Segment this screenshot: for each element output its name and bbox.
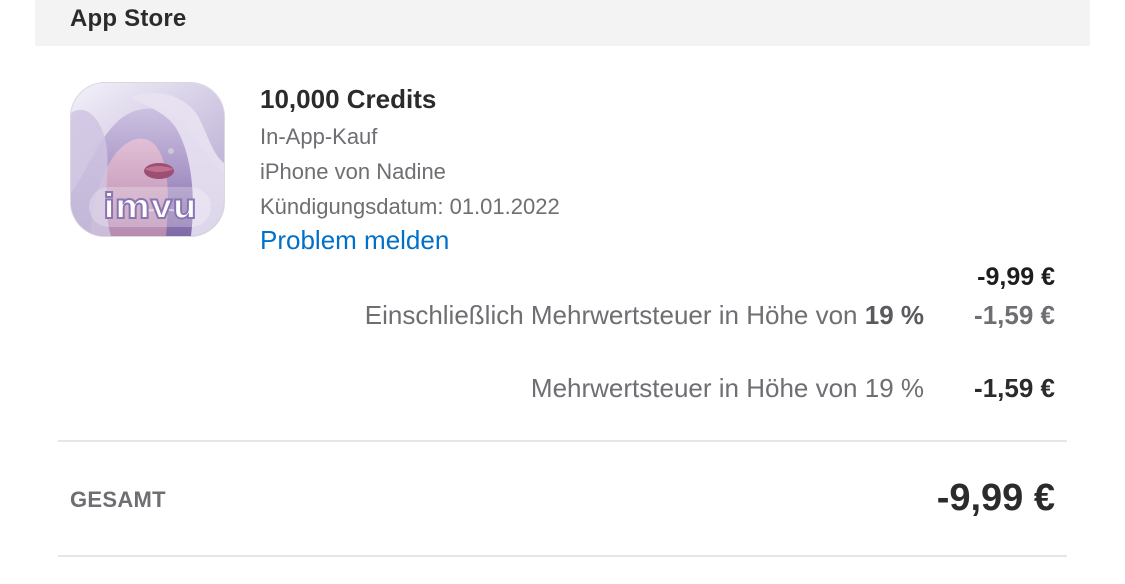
section-header-title: App Store <box>70 5 187 32</box>
purchase-device: iPhone von Nadine <box>260 159 446 184</box>
section-header: App Store <box>35 0 1090 46</box>
included-vat-value: -1,59 € <box>974 300 1055 330</box>
imvu-app-icon: imvu <box>71 83 224 236</box>
purchase-type: In-App-Kauf <box>260 124 378 149</box>
total-value: -9,99 € <box>936 477 1055 519</box>
total-label: GESAMT <box>70 487 166 512</box>
included-vat-label: Einschließlich Mehrwertsteuer in Höhe vo… <box>365 300 924 331</box>
divider-top <box>58 440 1067 442</box>
cancellation-date: Kündigungsdatum: 01.01.2022 <box>260 194 560 219</box>
imvu-logo-text: imvu <box>103 187 196 227</box>
item-price: -9,99 € <box>977 263 1055 291</box>
vat-label: Mehrwertsteuer in Höhe von 19 % <box>530 373 924 403</box>
included-vat-rate: 19 % <box>864 300 924 330</box>
report-problem-link[interactable]: Problem melden <box>260 225 449 256</box>
divider-bottom <box>58 555 1067 557</box>
app-icon: imvu <box>71 83 224 236</box>
included-vat-label-prefix: Einschließlich Mehrwertsteuer in Höhe vo… <box>364 300 865 330</box>
vat-value: -1,59 € <box>974 373 1055 403</box>
purchase-title: 10,000 Credits <box>260 84 437 114</box>
